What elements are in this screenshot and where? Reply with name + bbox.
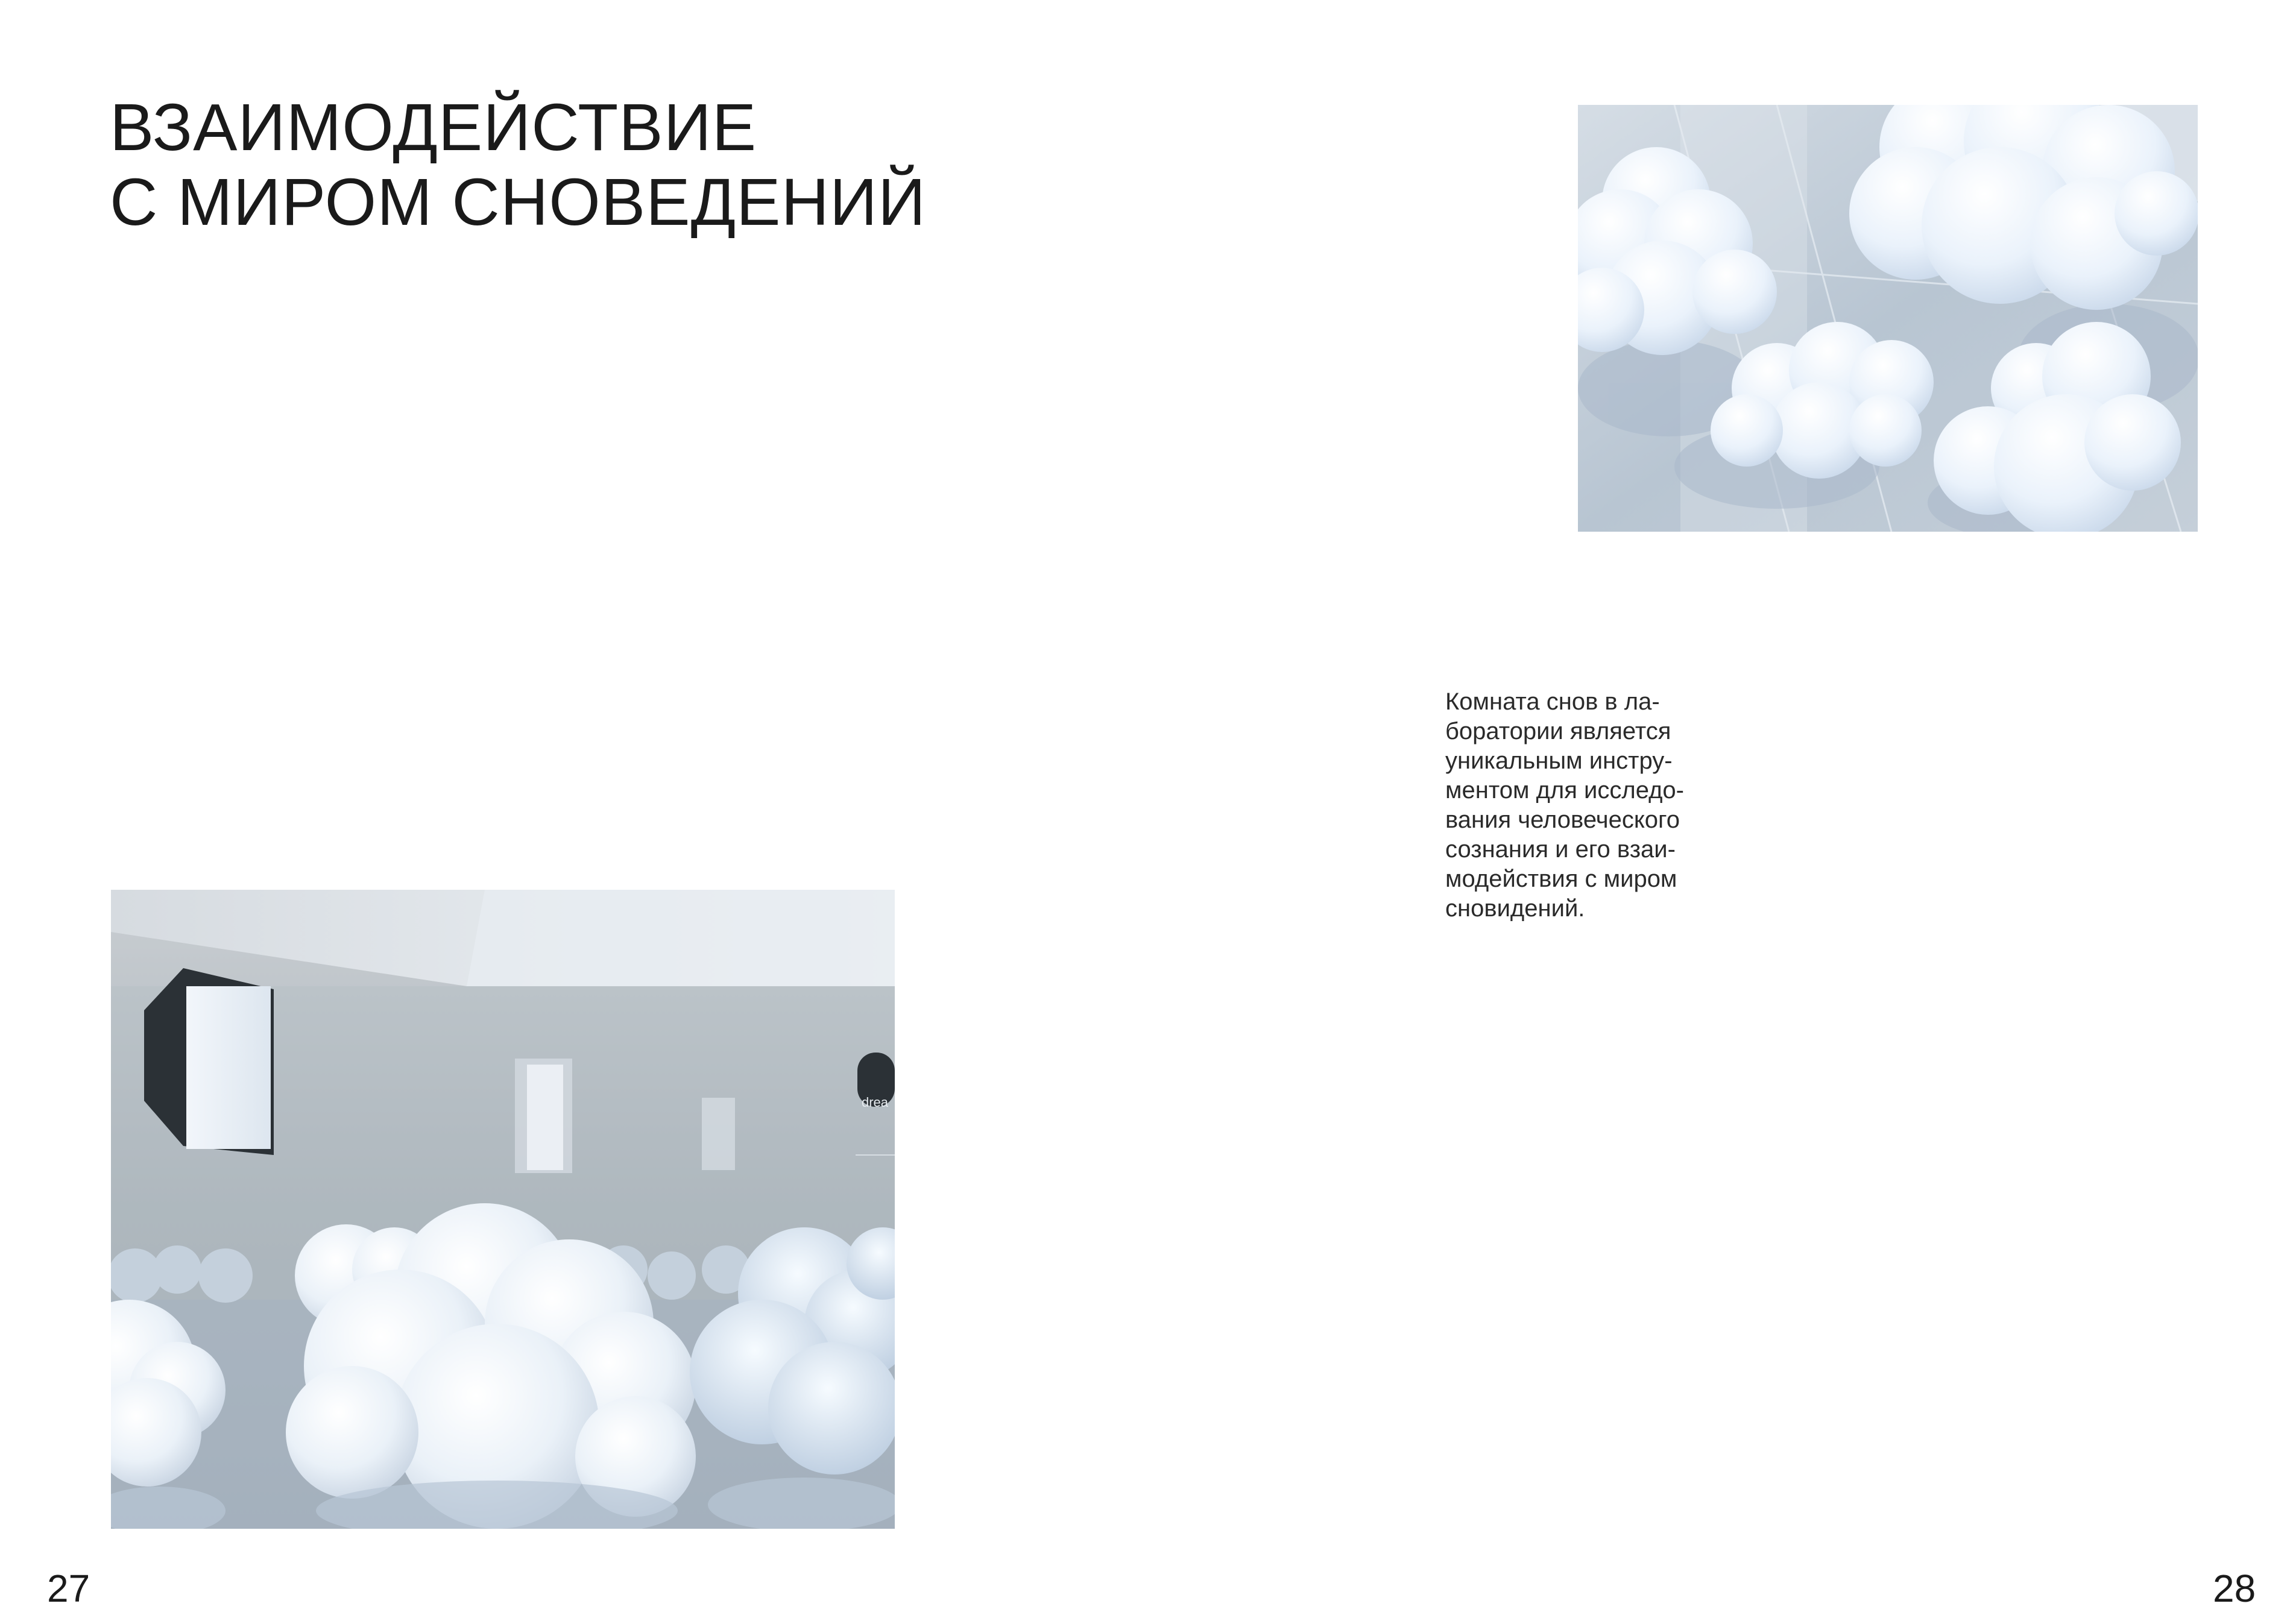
right-page: Комната снов в ла- боратории является ун…: [1145, 0, 2290, 1624]
text-line: уникальным инстру-: [1445, 747, 1673, 774]
overlay-text: drea: [862, 1095, 889, 1110]
description-text: Комната снов в ла- боратории является ун…: [1445, 687, 1747, 924]
clouds-room-render: [1578, 105, 2198, 532]
title-line-1: ВЗАИМОДЕЙСТВИЕ: [110, 90, 757, 165]
text-line: сновидений.: [1445, 895, 1585, 922]
title-line-2: С МИРОМ СНОВЕДЕНИЙ: [110, 165, 927, 239]
clouds-room-image: [1578, 105, 2198, 532]
text-line: вания человеческого: [1445, 807, 1680, 833]
left-page: ВЗАИМОДЕЙСТВИЕ С МИРОМ СНОВЕДЕНИЙ drea 2…: [0, 0, 1145, 1624]
page-number-right: 28: [2213, 1567, 2256, 1610]
text-line: сознания и его взаи-: [1445, 836, 1676, 863]
text-line: боратории является: [1445, 718, 1671, 744]
page-number-left: 27: [47, 1567, 90, 1610]
text-line: модействия с миром: [1445, 866, 1677, 892]
text-line: ментом для исследо-: [1445, 777, 1684, 804]
dream-room-render: drea: [111, 890, 895, 1529]
page-title: ВЗАИМОДЕЙСТВИЕ С МИРОМ СНОВЕДЕНИЙ: [110, 90, 926, 240]
dream-room-image: drea: [111, 890, 895, 1529]
text-line: Комната снов в ла-: [1445, 688, 1660, 715]
